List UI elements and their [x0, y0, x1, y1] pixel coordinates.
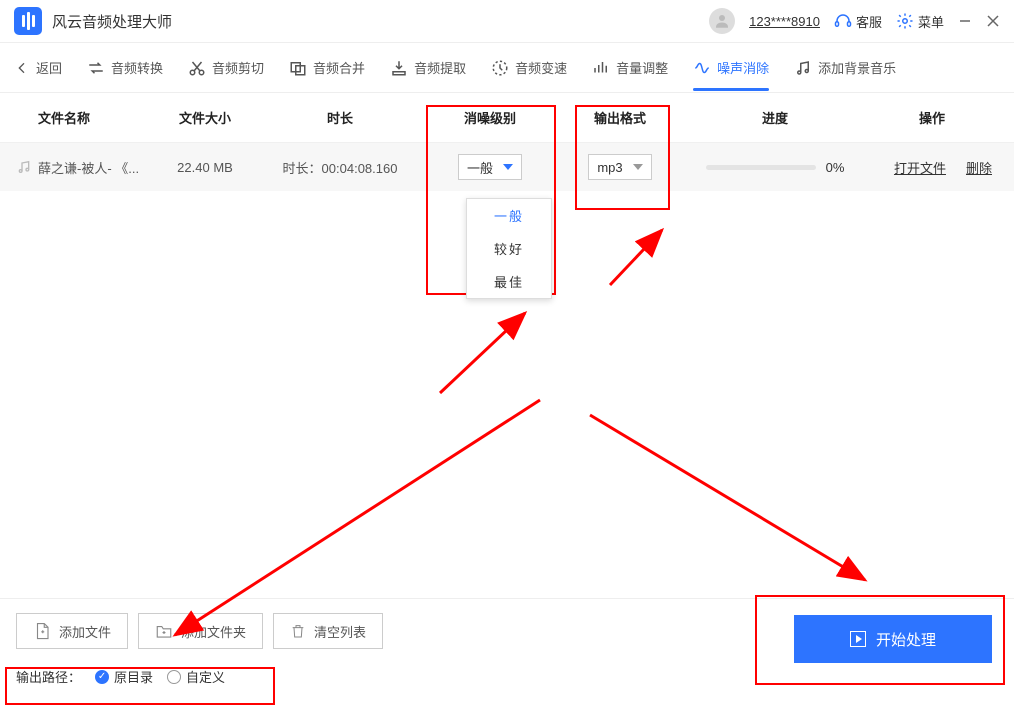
add-file-label: 添加文件: [59, 622, 111, 641]
original-dir-label: 原目录: [114, 667, 153, 686]
radio-custom-dir[interactable]: 自定义: [167, 667, 225, 686]
denoise-level-dropdown: 一般 较好 最佳: [466, 198, 552, 299]
level-selected: 一般: [467, 158, 493, 177]
extract-tab[interactable]: 音频提取: [390, 58, 466, 77]
service-label: 客服: [856, 12, 882, 31]
back-button[interactable]: 返回: [14, 58, 62, 77]
header-operation: 操作: [870, 108, 1014, 127]
menu-button[interactable]: 菜单: [896, 12, 944, 31]
cut-label: 音频剪切: [212, 58, 264, 77]
add-folder-label: 添加文件夹: [181, 622, 246, 641]
start-process-button[interactable]: 开始处理: [794, 615, 992, 663]
file-add-icon: [33, 622, 51, 640]
chevron-down-icon: [633, 164, 643, 170]
filename-text: 薛之谦-被人- 《...: [38, 158, 139, 177]
minimize-button[interactable]: [958, 14, 972, 28]
merge-label: 音频合并: [313, 58, 365, 77]
speed-label: 音频变速: [515, 58, 567, 77]
table-row: 薛之谦-被人- 《... 22.40 MB 时长：00:04:08.160 一般…: [0, 143, 1014, 191]
cut-tab[interactable]: 音频剪切: [188, 58, 264, 77]
dropdown-option-normal[interactable]: 一般: [467, 199, 551, 232]
add-folder-button[interactable]: 添加文件夹: [138, 613, 263, 649]
customer-service-button[interactable]: 客服: [834, 12, 882, 31]
extract-label: 音频提取: [414, 58, 466, 77]
start-label: 开始处理: [876, 629, 936, 650]
app-title: 风云音频处理大师: [52, 11, 172, 32]
denoise-tab[interactable]: 噪声消除: [693, 58, 769, 77]
output-path-label: 输出路径：: [16, 667, 81, 686]
radio-unchecked-icon: [167, 670, 181, 684]
annotation-arrow: [580, 405, 880, 595]
trash-icon: [290, 622, 306, 640]
denoise-level-select[interactable]: 一般: [458, 154, 522, 180]
clear-list-button[interactable]: 清空列表: [273, 613, 383, 649]
output-format-select[interactable]: mp3: [588, 154, 651, 180]
bgm-label: 添加背景音乐: [818, 58, 896, 77]
annotation-arrow: [425, 303, 540, 403]
music-file-icon: [16, 159, 32, 175]
add-file-button[interactable]: 添加文件: [16, 613, 128, 649]
back-label: 返回: [36, 58, 62, 77]
annotation-arrow: [600, 220, 675, 295]
header-progress: 进度: [680, 108, 870, 127]
menu-label: 菜单: [918, 12, 944, 31]
header-size: 文件大小: [150, 108, 260, 127]
header-level: 消噪级别: [420, 108, 560, 127]
volume-label: 音量调整: [616, 58, 668, 77]
convert-label: 音频转换: [111, 58, 163, 77]
avatar-icon[interactable]: [709, 8, 735, 34]
format-selected: mp3: [597, 160, 622, 175]
radio-checked-icon: [95, 670, 109, 684]
denoise-label: 噪声消除: [717, 58, 769, 77]
play-icon: [850, 631, 866, 647]
header-format: 输出格式: [560, 108, 680, 127]
convert-tab[interactable]: 音频转换: [87, 58, 163, 77]
filesize-text: 22.40 MB: [150, 160, 260, 175]
app-logo: [14, 7, 42, 35]
header-duration: 时长: [260, 108, 420, 127]
clear-list-label: 清空列表: [314, 622, 366, 641]
close-button[interactable]: [986, 14, 1000, 28]
speed-tab[interactable]: 音频变速: [491, 58, 567, 77]
merge-tab[interactable]: 音频合并: [289, 58, 365, 77]
bgm-tab[interactable]: 添加背景音乐: [794, 58, 896, 77]
progress-bar: [706, 165, 816, 170]
volume-tab[interactable]: 音量调整: [592, 58, 668, 77]
custom-dir-label: 自定义: [186, 667, 225, 686]
progress-percent: 0%: [826, 160, 845, 175]
user-id-link[interactable]: 123****8910: [749, 14, 820, 29]
radio-original-dir[interactable]: 原目录: [95, 667, 153, 686]
folder-add-icon: [155, 622, 173, 640]
chevron-down-icon: [503, 164, 513, 170]
dropdown-option-better[interactable]: 较好: [467, 232, 551, 265]
open-file-link[interactable]: 打开文件: [894, 158, 946, 177]
header-filename: 文件名称: [0, 108, 150, 127]
duration-text: 时长：00:04:08.160: [260, 158, 420, 177]
delete-link[interactable]: 删除: [966, 158, 992, 177]
dropdown-option-best[interactable]: 最佳: [467, 265, 551, 298]
